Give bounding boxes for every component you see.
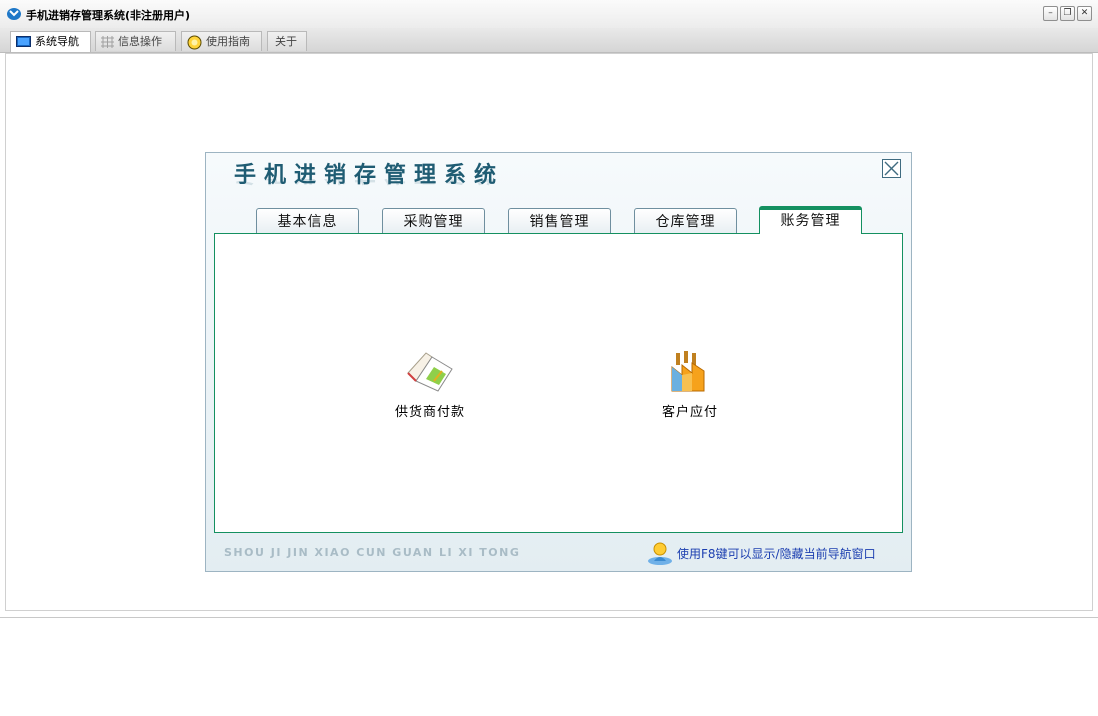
footer-pinyin: SHOU JI JIN XIAO CUN GUAN LI XI TONG	[224, 546, 521, 559]
tab-accounts-management[interactable]: 账务管理	[759, 206, 862, 234]
hint-text: 使用F8键可以显示/隐藏当前导航窗口	[677, 547, 876, 561]
customer-payable-item[interactable]: 客户应付	[635, 347, 745, 420]
tab-warehouse-management[interactable]: 仓库管理	[634, 208, 737, 234]
item-label: 客户应付	[661, 405, 718, 420]
tab-label: 系统导航	[35, 35, 79, 48]
window-title: 手机进销存管理系统(非注册用户)	[26, 9, 191, 22]
tab-about[interactable]: 关于	[267, 31, 307, 51]
tab-sales-management[interactable]: 销售管理	[508, 208, 611, 234]
tab-basic-info[interactable]: 基本信息	[256, 208, 359, 234]
tab-info-operations[interactable]: 信息操作	[95, 31, 176, 51]
app-window: 手机进销存管理系统(非注册用户) – ❐ ✕ 系统导航 信息操作 使用指南 关于	[0, 0, 1098, 618]
close-button[interactable]: ✕	[1077, 6, 1092, 21]
minimize-button[interactable]: –	[1043, 6, 1058, 21]
tab-content-area: 供货商付款 客户应付	[214, 233, 903, 533]
notebook-icon	[407, 352, 453, 392]
monitor-icon	[16, 36, 31, 47]
tab-user-guide[interactable]: 使用指南	[181, 31, 262, 51]
tab-label: 关于	[275, 35, 297, 48]
supplier-payment-item[interactable]: 供货商付款	[375, 347, 485, 420]
user-hint-icon	[648, 542, 672, 565]
factory-icon	[671, 351, 705, 392]
lightbulb-icon	[187, 35, 202, 49]
title-bar: 手机进销存管理系统(非注册用户) – ❐ ✕	[0, 0, 1098, 29]
panel-close-button[interactable]	[882, 159, 901, 178]
main-tab-bar: 系统导航 信息操作 使用指南 关于	[0, 28, 1098, 53]
navigation-panel: 手机进销存管理系统 手机进销存管理系统 基本信息 采购管理 销售管理 仓库管理 …	[205, 152, 912, 572]
tab-label: 信息操作	[118, 35, 162, 48]
panel-title-reflection: 手机进销存管理系统	[234, 179, 504, 191]
tab-label: 使用指南	[206, 35, 250, 48]
tab-purchase-management[interactable]: 采购管理	[382, 208, 485, 234]
app-logo-icon	[7, 8, 21, 20]
grid-icon	[101, 36, 114, 48]
item-label: 供货商付款	[394, 405, 465, 420]
restore-button[interactable]: ❐	[1060, 6, 1075, 21]
tab-system-navigation[interactable]: 系统导航	[10, 31, 91, 52]
close-icon	[884, 161, 899, 176]
